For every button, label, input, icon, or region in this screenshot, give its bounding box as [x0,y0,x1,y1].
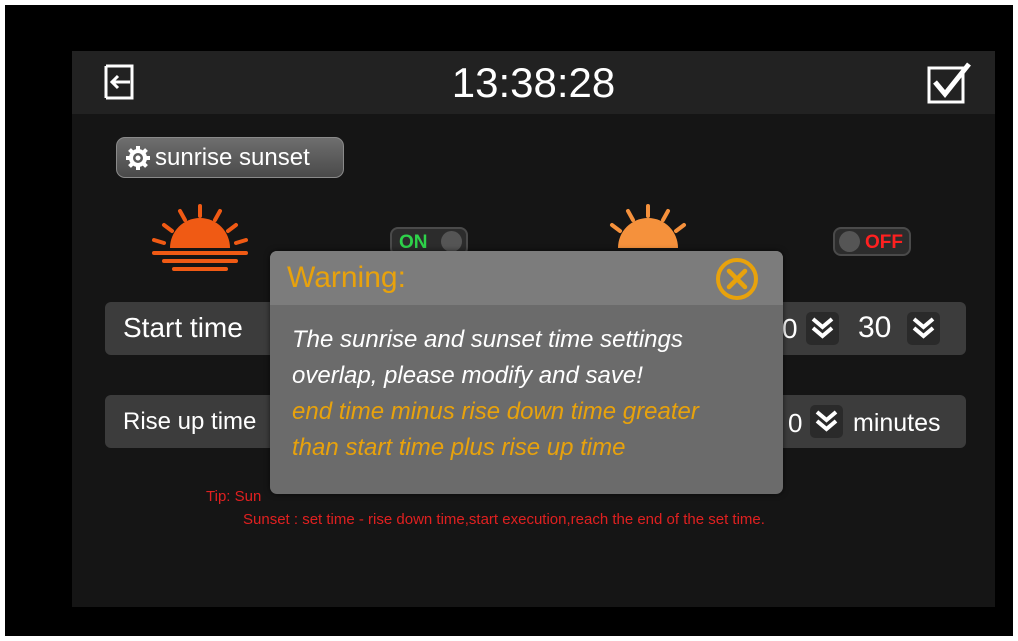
start-minute-value: 30 [858,311,892,344]
dialog-hint-line: end time minus rise down time greater [292,398,699,425]
gear-icon [126,145,150,170]
checkbox-checked-icon[interactable] [927,62,971,104]
start-hour-value: 0 [782,313,798,344]
sunrise-icon [152,204,248,271]
dialog-message-line: The sunrise and sunset time settings [292,326,683,353]
double-chevron-down-icon [912,317,935,339]
rise-up-time-label: Rise up time [123,408,257,435]
toggle-knob [441,231,462,252]
sunset-toggle-label: OFF [865,232,903,253]
start-minute-dropdown[interactable] [907,312,940,345]
dialog-hint-line: than start time plus rise up time [292,434,626,461]
clock-display: 13:38:28 [451,59,616,106]
device-frame: 13:38:28 sunrise sunset ON OFF Start tim… [5,5,1013,636]
warning-dialog: Warning: The sunrise and sunset time set… [270,251,783,494]
toggle-knob [839,231,860,252]
sunset-toggle[interactable]: OFF [833,227,911,256]
start-time-label: Start time [123,312,243,343]
mode-button-label: sunrise sunset [155,144,310,171]
double-chevron-down-icon [815,410,838,432]
close-circle-icon[interactable] [714,256,760,302]
tip-line-2: Sunset : set time - rise down time,start… [243,511,765,528]
double-chevron-down-icon [811,317,834,339]
rise-up-value: 0 [788,408,803,438]
dialog-header: Warning: [270,251,783,305]
dialog-message-line: overlap, please modify and save! [292,362,643,389]
dialog-title: Warning: [287,261,406,294]
tip-line-1: Tip: Sun [206,488,262,505]
rise-up-unit: minutes [853,409,941,437]
top-bar: 13:38:28 [72,51,995,114]
rise-up-dropdown[interactable] [810,405,843,438]
start-hour-dropdown[interactable] [806,312,839,345]
mode-button[interactable]: sunrise sunset [116,137,344,178]
